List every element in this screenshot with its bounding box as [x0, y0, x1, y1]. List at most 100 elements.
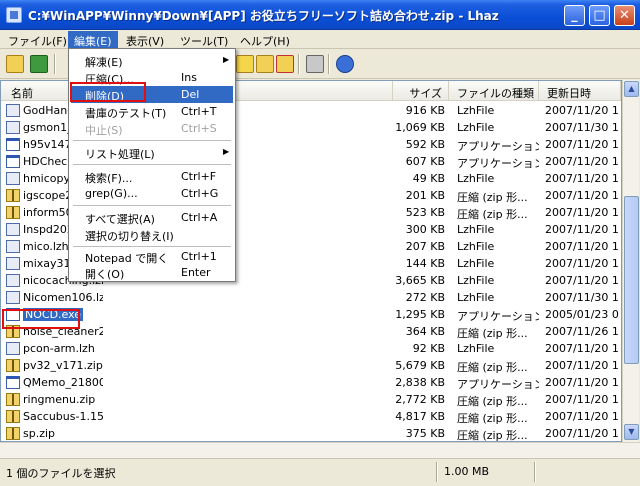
cell-date: 2007/11/20 1 — [545, 206, 619, 219]
cell-size: 92 KB — [412, 342, 445, 355]
cell-size: 523 KB — [405, 206, 445, 219]
cell-date: 2007/11/20 1 — [545, 393, 619, 406]
table-row[interactable]: ringmenu.zip 2,772 KB 圧縮 (zip 形... 2007/11/… — [1, 391, 621, 408]
column-date[interactable]: 更新日時 — [539, 81, 621, 101]
title-bar[interactable]: C:¥WinAPP¥Winny¥Down¥[APP] お役立ちフリーソフト詰め合… — [0, 0, 640, 30]
lzh-archive-icon — [6, 291, 20, 304]
cell-size: 1,295 KB — [395, 308, 445, 321]
menu-item-shortcut: Ins — [181, 71, 197, 84]
cell-type: アプリケーション — [457, 157, 539, 170]
menu-item-list-process[interactable]: リスト処理(L) ▶ — [71, 144, 233, 161]
scroll-thumb[interactable] — [624, 196, 639, 364]
status-separator — [436, 462, 438, 482]
cell-type: 圧縮 (zip 形... — [457, 208, 528, 221]
cell-size: 207 KB — [405, 240, 445, 253]
cell-date: 2007/11/20 1 — [545, 359, 619, 372]
table-row[interactable]: Saccubus-1.15r.zip 4,817 KB 圧縮 (zip 形... 20… — [1, 408, 621, 425]
cell-name: QMemo_21800.EXE — [23, 376, 103, 389]
table-row[interactable]: pcon-arm.lzh 92 KB LzhFile 2007/11/20 1 — [1, 340, 621, 357]
cell-type: アプリケーション — [457, 310, 539, 323]
table-row[interactable]: pv32_v171.zip 5,679 KB 圧縮 (zip 形... 2007/11… — [1, 357, 621, 374]
menu-item-label: リスト処理(L) — [85, 148, 155, 161]
table-row[interactable]: Nicomen106.lzh 272 KB LzhFile 2007/11/30 1 — [1, 289, 621, 306]
menu-item-open-notepad[interactable]: Notepad で開く Ctrl+1 — [71, 248, 233, 265]
close-button[interactable]: ✕ — [614, 5, 635, 26]
menu-item-delete[interactable]: 削除(D) Del — [71, 86, 233, 103]
cell-type: LzhFile — [457, 121, 495, 134]
submenu-arrow-icon: ▶ — [223, 55, 230, 64]
zip-archive-icon — [6, 206, 20, 219]
cell-type: アプリケーション — [457, 378, 539, 391]
scroll-up-button[interactable]: ▲ — [624, 81, 639, 97]
menu-item-extract[interactable]: 解凍(E) ▶ — [71, 52, 233, 69]
cell-size: 4,817 KB — [395, 410, 445, 423]
menu-tools[interactable]: ツール(T) — [174, 31, 234, 48]
menu-separator — [73, 140, 231, 141]
menu-item-select-all[interactable]: すべて選択(A) Ctrl+A — [71, 209, 233, 226]
menu-help[interactable]: ヘルプ(H) — [234, 31, 296, 48]
menu-item-label: 中止(S) — [85, 124, 123, 137]
menu-separator — [73, 205, 231, 206]
cell-name: Nicomen106.lzh — [23, 291, 103, 304]
lzh-archive-icon — [6, 121, 20, 134]
menu-edit[interactable]: 編集(E) — [68, 31, 118, 48]
lzh-archive-icon — [6, 342, 20, 355]
tools-icon[interactable] — [306, 55, 324, 73]
star-icon[interactable] — [236, 55, 254, 73]
application-icon — [6, 155, 20, 168]
menu-item-open[interactable]: 開く(O) Enter — [71, 264, 233, 281]
application-icon — [6, 376, 20, 389]
help-icon[interactable] — [336, 55, 354, 73]
scroll-down-button[interactable]: ▼ — [624, 424, 639, 440]
menu-item-invert-selection[interactable]: 選択の切り替え(I) — [71, 226, 233, 243]
menu-item-label: 削除(D) — [85, 90, 125, 103]
zip-archive-icon — [6, 359, 20, 372]
status-selection: 1 個のファイルを選択 — [6, 467, 116, 480]
cell-date: 2007/11/20 1 — [545, 172, 619, 185]
cell-size: 916 KB — [405, 104, 445, 117]
menu-item-label: 書庫のテスト(T) — [85, 107, 167, 120]
menu-item-test-archive[interactable]: 書庫のテスト(T) Ctrl+T — [71, 103, 233, 120]
menu-item-shortcut: Del — [181, 88, 200, 101]
menu-item-search[interactable]: 検索(F)... Ctrl+F — [71, 168, 233, 185]
menu-bar: ファイル(F) 編集(E) 表示(V) ツール(T) ヘルプ(H) — [0, 30, 640, 49]
folder-icon[interactable] — [256, 55, 274, 73]
horizontal-scrollbar[interactable] — [0, 442, 640, 458]
cell-name: noise_cleaner2.zip — [23, 325, 103, 338]
cell-date: 2007/11/20 1 — [545, 257, 619, 270]
lzh-archive-icon — [6, 223, 20, 236]
extract-icon[interactable] — [30, 55, 48, 73]
menu-item-grep[interactable]: grep(G)... Ctrl+G — [71, 185, 233, 202]
cell-type: LzhFile — [457, 240, 495, 253]
menu-item-label: grep(G)... — [85, 187, 138, 200]
cell-date: 2007/11/20 1 — [545, 342, 619, 355]
menu-file[interactable]: ファイル(F) — [2, 31, 73, 48]
maximize-button[interactable]: □ — [589, 5, 610, 26]
table-row[interactable]: QMemo_21800.EXE 2,838 KB アプリケーション 2007/11/2… — [1, 374, 621, 391]
table-row[interactable]: NOCD.exe 1,295 KB アプリケーション 2005/01/23 0 — [1, 306, 621, 323]
cell-date: 2007/11/20 1 — [545, 155, 619, 168]
menu-view[interactable]: 表示(V) — [120, 31, 170, 48]
column-type[interactable]: ファイルの種類 — [449, 81, 539, 101]
cell-size: 3,665 KB — [395, 274, 445, 287]
lzh-archive-icon — [6, 240, 20, 253]
table-row[interactable]: sp.zip 375 KB 圧縮 (zip 形... 2007/11/20 1 — [1, 425, 621, 442]
menu-item-shortcut: Ctrl+1 — [181, 250, 217, 263]
cell-type: アプリケーション — [457, 140, 539, 153]
delete-folder-icon[interactable] — [276, 55, 294, 73]
cell-date: 2007/11/30 1 — [545, 291, 619, 304]
cell-type: LzhFile — [457, 274, 495, 287]
menu-item-shortcut: Ctrl+T — [181, 105, 217, 118]
zip-archive-icon — [6, 189, 20, 202]
vertical-scrollbar[interactable]: ▲ ▼ — [622, 80, 639, 442]
status-size: 1.00 MB — [444, 465, 490, 478]
open-folder-icon[interactable] — [6, 55, 24, 73]
minimize-button[interactable]: _ — [564, 5, 585, 26]
cell-date: 2007/11/20 1 — [545, 189, 619, 202]
cell-type: 圧縮 (zip 形... — [457, 429, 528, 442]
submenu-arrow-icon: ▶ — [223, 147, 230, 156]
cell-name: ringmenu.zip — [23, 393, 96, 406]
table-row[interactable]: noise_cleaner2.zip 364 KB 圧縮 (zip 形... 2007… — [1, 323, 621, 340]
menu-item-compress[interactable]: 圧縮(C)... Ins — [71, 69, 233, 86]
column-size[interactable]: サイズ — [393, 81, 449, 101]
